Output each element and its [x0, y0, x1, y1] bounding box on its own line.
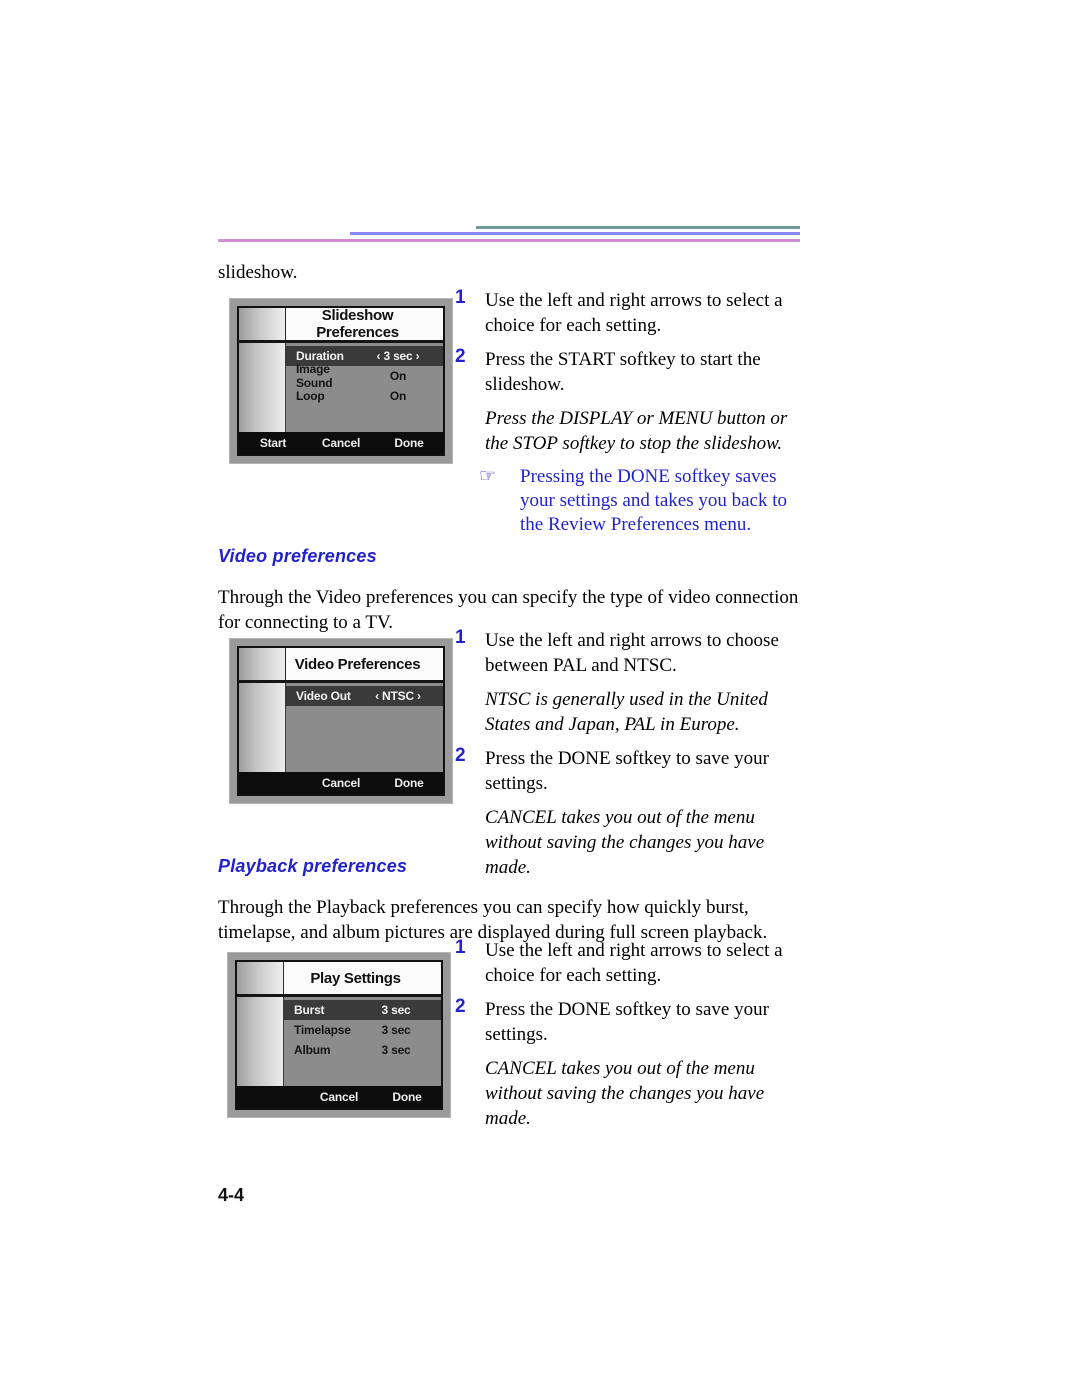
step-number: 1: [455, 287, 466, 308]
lcd-softkey-bar: Start Cancel Done: [239, 432, 443, 454]
playback-steps: 1 Use the left and right arrows to selec…: [455, 937, 805, 1140]
continued-paragraph: slideshow.: [218, 262, 298, 283]
tip-text: Pressing the DONE softkey saves your set…: [520, 466, 788, 535]
lcd-setting-label: Timelapse: [294, 1023, 351, 1037]
step-text: Press the DONE softkey to save your sett…: [485, 748, 769, 794]
softkey-done[interactable]: Done: [375, 436, 443, 450]
softkey-done[interactable]: Done: [375, 776, 443, 790]
step-item: 1 Use the left and right arrows to selec…: [455, 937, 805, 988]
video-steps: 1 Use the left and right arrows to choos…: [455, 627, 805, 889]
lcd-setting-label: Image Sound: [296, 362, 333, 390]
lcd-inner: Slideshow Preferences Duration ‹ 3 sec ›…: [237, 306, 445, 456]
lcd-setting-value: On: [389, 369, 407, 383]
softkey-done[interactable]: Done: [373, 1090, 441, 1104]
lcd-setting-value: On: [389, 389, 407, 403]
lcd-softkey-bar: Cancel Done: [237, 1086, 441, 1108]
lcd-inner: Play Settings Burst 3 sec Timelapse 3 se…: [235, 960, 443, 1110]
page-number: 4-4: [218, 1185, 245, 1205]
lcd-setting-label: Loop: [296, 389, 325, 403]
step-item: 1 Use the left and right arrows to choos…: [455, 627, 805, 678]
lcd-setting-label: Burst: [294, 1003, 325, 1017]
playback-note: CANCEL takes you out of the menu without…: [485, 1058, 765, 1129]
pointing-hand-icon: ☞: [479, 466, 497, 487]
lcd-setting-label: Video Out: [296, 689, 351, 703]
lcd-setting-label: Album: [294, 1043, 331, 1057]
step-item: 1 Use the left and right arrows to selec…: [455, 287, 805, 338]
lcd-setting-row[interactable]: Album 3 sec: [284, 1040, 441, 1060]
header-rule-pink: [218, 239, 800, 242]
step-number: 2: [455, 745, 466, 766]
lcd-tab-strip: [239, 648, 286, 680]
video-preferences-screenshot: Video Preferences Video Out ‹ NTSC › Can…: [229, 638, 453, 804]
lcd-titlebar: Video Preferences: [239, 648, 443, 683]
lcd-tab-strip: [239, 308, 286, 340]
lcd-setting-row[interactable]: Image Sound On: [286, 362, 443, 390]
step-text: Use the left and right arrows to select …: [485, 940, 783, 986]
step-text: Press the DONE softkey to save your sett…: [485, 999, 769, 1045]
lcd-screen-title: Play Settings: [310, 969, 401, 987]
step-text: Use the left and right arrows to choose …: [485, 630, 779, 676]
step-text: Use the left and right arrows to select …: [485, 290, 783, 336]
lcd-screen-title: Slideshow Preferences: [316, 307, 399, 341]
lcd-setting-value: 3 sec: [381, 1023, 411, 1037]
lcd-titlebar: Slideshow Preferences: [239, 308, 443, 343]
header-rule-blue: [350, 232, 800, 235]
slideshow-tip: ☞ Pressing the DONE softkey saves your s…: [455, 465, 805, 537]
lcd-setting-value: 3 sec: [381, 1003, 411, 1017]
step-number: 1: [455, 627, 466, 648]
lcd-setting-row[interactable]: Video Out ‹ NTSC ›: [286, 686, 443, 706]
manual-page: slideshow. Slideshow Preferences Duratio…: [0, 0, 1080, 1397]
header-rule-teal: [476, 226, 800, 229]
step-text: Press the START softkey to start the sli…: [485, 349, 761, 395]
lcd-setting-value: 3 sec: [381, 1043, 411, 1057]
lcd-setting-row[interactable]: Timelapse 3 sec: [284, 1020, 441, 1040]
lcd-screen-title: Video Preferences: [294, 655, 421, 673]
lcd-inner: Video Preferences Video Out ‹ NTSC › Can…: [237, 646, 445, 796]
softkey-cancel[interactable]: Cancel: [305, 1090, 373, 1104]
slideshow-steps: 1 Use the left and right arrows to selec…: [455, 287, 805, 537]
lcd-setting-value: ‹ NTSC ›: [375, 689, 421, 703]
slideshow-note: Press the DISPLAY or MENU button or the …: [485, 408, 788, 454]
lcd-setting-label: Duration: [296, 349, 344, 363]
step-number: 2: [455, 346, 466, 367]
lcd-tab-strip: [237, 962, 284, 994]
step-item: 2 Press the START softkey to start the s…: [455, 346, 805, 397]
lcd-setting-row[interactable]: Loop On: [286, 386, 443, 406]
softkey-cancel[interactable]: Cancel: [307, 436, 375, 450]
section-heading-playback: Playback preferences: [218, 856, 408, 876]
video-note-cancel: CANCEL takes you out of the menu without…: [485, 807, 765, 878]
lcd-setting-value: ‹ 3 sec ›: [376, 349, 420, 363]
softkey-start[interactable]: Start: [239, 436, 307, 450]
step-item: 2 Press the DONE softkey to save your se…: [455, 745, 805, 796]
lcd-setting-row[interactable]: Burst 3 sec: [284, 1000, 441, 1020]
slideshow-preferences-screenshot: Slideshow Preferences Duration ‹ 3 sec ›…: [229, 298, 453, 464]
play-settings-screenshot: Play Settings Burst 3 sec Timelapse 3 se…: [227, 952, 451, 1118]
lcd-titlebar: Play Settings: [237, 962, 441, 997]
softkey-cancel[interactable]: Cancel: [307, 776, 375, 790]
step-item: 2 Press the DONE softkey to save your se…: [455, 996, 805, 1047]
lcd-softkey-bar: Cancel Done: [239, 772, 443, 794]
step-number: 2: [455, 996, 466, 1017]
step-number: 1: [455, 937, 466, 958]
section-heading-video: Video preferences: [218, 546, 377, 566]
video-note-ntsc: NTSC is generally used in the United Sta…: [485, 689, 768, 735]
